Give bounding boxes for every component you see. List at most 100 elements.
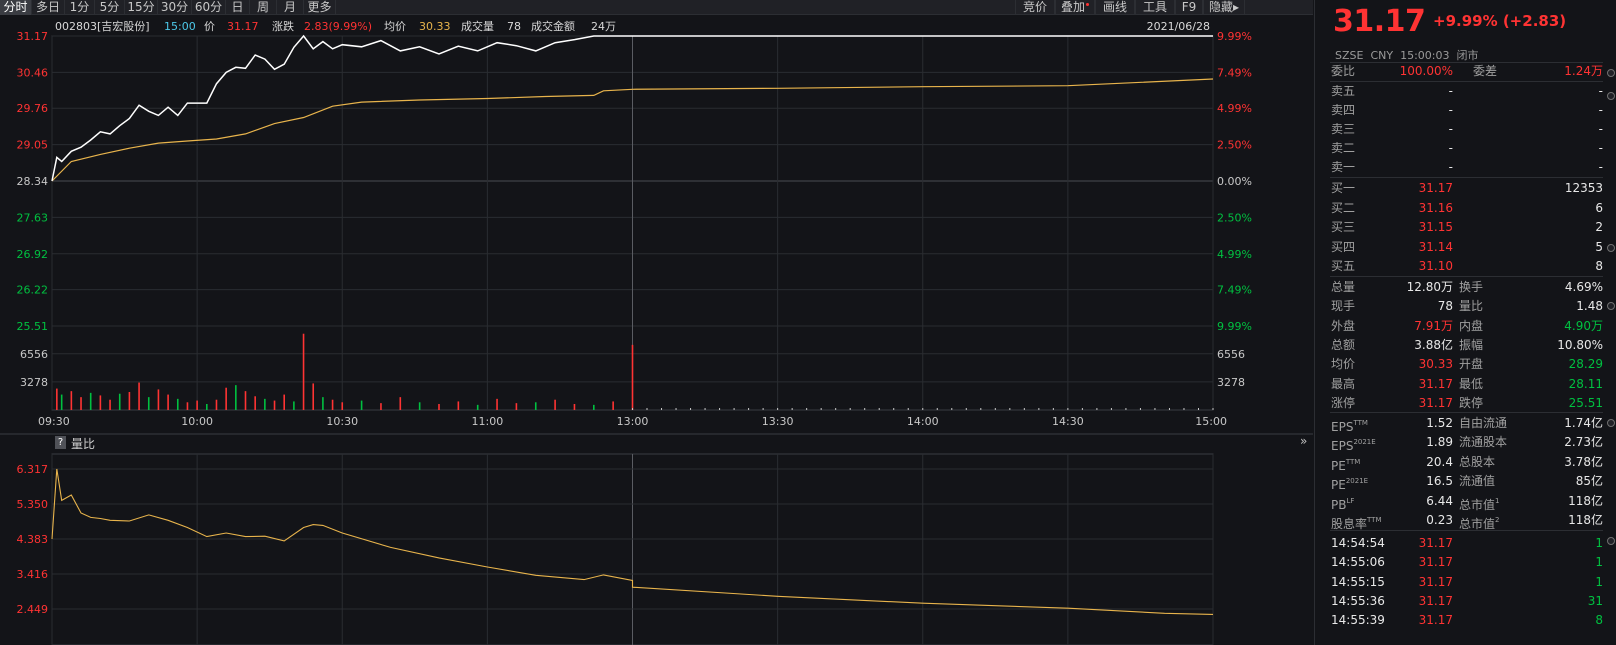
volume-ratio-help-icon[interactable]: ? [55, 436, 66, 449]
ask-row: 卖五 - - [1331, 82, 1603, 101]
wc-label: 委差 [1473, 64, 1498, 78]
tick-vol: 1 [1595, 536, 1603, 550]
price-tick-label: 28.34 [17, 175, 49, 188]
ratio-tick-label: 5.350 [17, 498, 49, 511]
scroll-handle-3[interactable] [1607, 244, 1615, 252]
ratio-tick-label: 2.449 [17, 603, 49, 616]
stat-value: 31.17 [1418, 395, 1453, 410]
bid-label: 买四 [1331, 239, 1356, 254]
pct-tick-label: 2.50% [1217, 139, 1252, 152]
tab-4[interactable]: 15分 [125, 0, 158, 15]
stat-label: 量比 [1459, 299, 1484, 314]
fund-sup: TTM [1353, 419, 1368, 427]
stat-label: 跌停 [1459, 395, 1484, 410]
tick-row: 14:55:36 31.17 31 [1331, 592, 1603, 611]
toolbar-button-2[interactable]: 画线 [1095, 0, 1135, 15]
volume-tick-label: 6556 [20, 348, 48, 361]
stat-row: 总量 12.80万 换手 4.69% [1331, 278, 1603, 297]
quote-time: 15:00:03 [1400, 49, 1450, 62]
quote-panel: 31.17 +9.99% (+2.83) SZSE CNY 15:00:03 闭市 委… [1314, 0, 1616, 645]
bid-vol: 5 [1595, 239, 1603, 254]
stat-row: 现手 78 量比 1.48 [1331, 297, 1603, 316]
tab-7[interactable]: 日 [226, 0, 250, 15]
stat-value: 28.11 [1568, 376, 1603, 391]
bid-label: 买二 [1331, 200, 1356, 215]
stat-label: 换手 [1459, 280, 1484, 294]
bid-row: 买五 31.10 8 [1331, 257, 1603, 276]
tick-time: 14:54:54 [1331, 536, 1385, 550]
toolbar-button-3[interactable]: 工具 [1135, 0, 1175, 15]
fund-value: 6.44 [1426, 493, 1453, 508]
ratio-tick-label: 6.317 [17, 463, 49, 476]
tab-2[interactable]: 1分 [65, 0, 95, 15]
bid-row: 买三 31.15 2 [1331, 218, 1603, 237]
tick-vol: 8 [1595, 613, 1603, 628]
bid-vol: 2 [1595, 220, 1603, 234]
currency-label: CNY [1370, 49, 1394, 62]
bid-price: 31.16 [1418, 200, 1453, 215]
tab-1[interactable]: 多日 [32, 0, 65, 15]
scroll-handle-6[interactable] [1607, 537, 1615, 545]
order-ratio-row: 委比 100.00% 委差 1.24万 [1331, 62, 1603, 81]
ask-vol: - [1598, 84, 1603, 98]
price-tick-label: 26.22 [17, 284, 49, 297]
tick-vol: 1 [1595, 555, 1603, 570]
stat-label: 均价 [1331, 357, 1356, 372]
toolbar-button-5[interactable]: 隐藏▸ [1203, 0, 1245, 15]
price-tick-label: 26.92 [17, 248, 49, 261]
info-vol-label: 成交量 [461, 19, 494, 33]
volume-ratio-label: 量比 [71, 437, 96, 451]
info-price: 31.17 [227, 20, 259, 33]
tick-time: 14:55:06 [1331, 555, 1385, 570]
tab-6[interactable]: 60分 [192, 0, 226, 15]
chart-toolbar: 分时 多日 1分 5分 15分 30分 60分日周月更多 竞价 叠加 画线 工具 F9 隐藏▸ [0, 0, 1313, 15]
stat-label: 总量 [1331, 280, 1356, 294]
stat-value: 25.51 [1568, 395, 1603, 410]
info-amt: 24万 [591, 20, 616, 33]
fund-label: 流通值 [1459, 474, 1496, 489]
pct-tick-label: 0.00% [1217, 175, 1252, 188]
tab-0[interactable]: 分时 [0, 0, 32, 15]
stat-value: 10.80% [1557, 337, 1603, 352]
tick-vol: 1 [1595, 574, 1603, 589]
info-price-label: 价 [204, 20, 215, 33]
volume-right-tick-label: 6556 [1217, 348, 1245, 361]
collapse-panel-icon[interactable]: » [1300, 434, 1307, 448]
time-tick-label: 10:00 [181, 415, 213, 428]
ask-label: 卖三 [1331, 122, 1356, 136]
fund-value: 118亿 [1568, 493, 1603, 508]
toolbar-button-0[interactable]: 竞价 [1015, 0, 1055, 15]
fund-sup: 1 [1495, 496, 1500, 505]
scroll-handle-4[interactable] [1607, 302, 1615, 310]
tab-8[interactable]: 周 [250, 0, 277, 15]
ratio-tick-label: 4.383 [17, 533, 49, 546]
ask-row: 卖四 - - [1331, 101, 1603, 120]
tab-3[interactable]: 5分 [95, 0, 125, 15]
tick-row: 14:54:54 31.17 1 [1331, 534, 1603, 553]
pct-tick-label: 2.50% [1217, 211, 1252, 224]
scroll-handle-2[interactable] [1607, 92, 1615, 100]
stat-row: 涨停 31.17 跌停 25.51 [1331, 394, 1603, 413]
ask-vol: - [1598, 160, 1603, 174]
price-tick-label: 29.76 [17, 102, 49, 115]
tab-9[interactable]: 月 [277, 0, 304, 15]
info-time: 15:00 [164, 20, 196, 33]
stat-value: 4.69% [1564, 280, 1603, 294]
time-tick-label: 13:30 [762, 415, 794, 428]
pct-tick-label: 4.99% [1217, 248, 1252, 261]
fund-sup: 2021E [1345, 477, 1369, 486]
fund-row: 股息率TTM 0.23 总市值2 118亿 [1331, 511, 1603, 531]
tab-10[interactable]: 更多 [304, 0, 336, 15]
toolbar-button-1[interactable]: 叠加 [1055, 0, 1095, 15]
scroll-handle-5[interactable] [1607, 419, 1615, 427]
fund-sup: 2 [1495, 516, 1500, 524]
toolbar-button-4[interactable]: F9 [1175, 0, 1203, 15]
tab-5[interactable]: 30分 [158, 0, 192, 15]
fund-value: 1.52 [1426, 416, 1453, 430]
scroll-handle-1[interactable] [1607, 69, 1615, 77]
ask-price: - [1448, 141, 1453, 155]
stat-label: 最低 [1459, 376, 1484, 391]
intraday-chart[interactable]: 002803[吉宏股份] 15:00 价 31.17 涨跌 2.83(9.99%) 均价 30… [0, 16, 1313, 645]
tick-row: 14:55:06 31.17 1 [1331, 553, 1603, 572]
fund-value: 85亿 [1575, 474, 1603, 489]
